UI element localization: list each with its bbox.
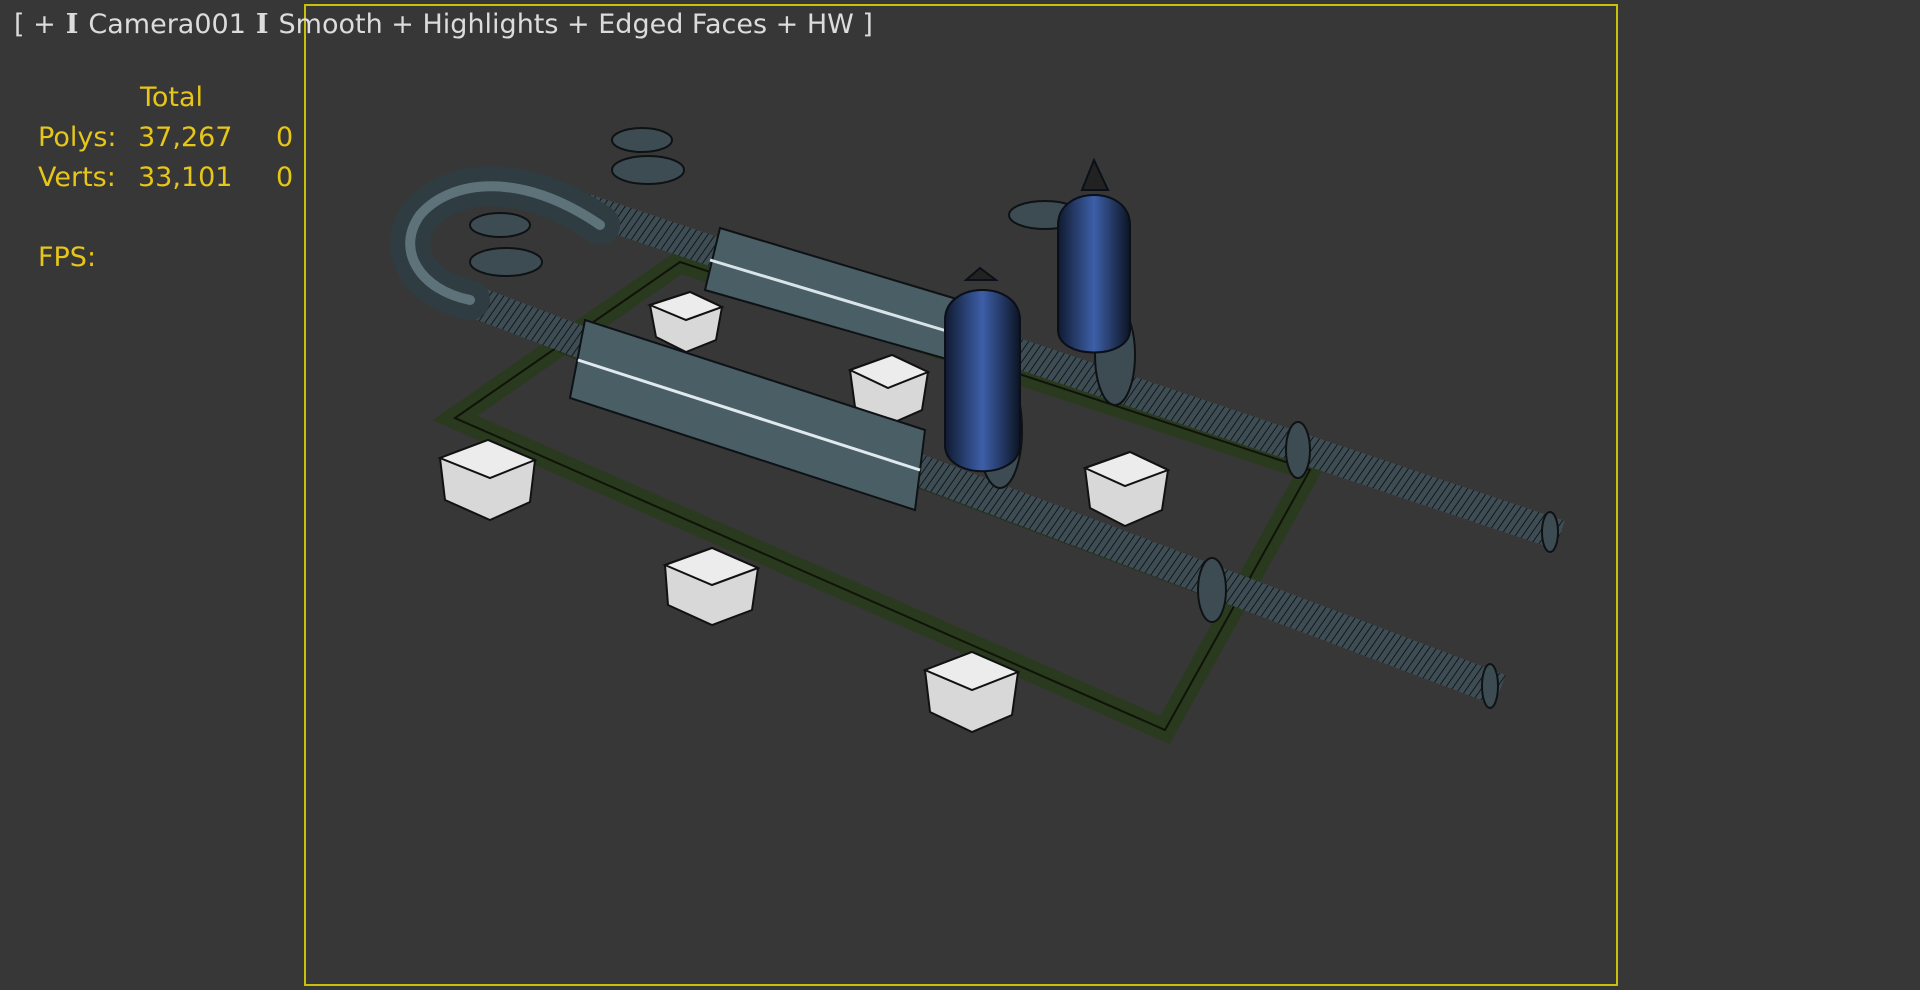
- verts-selected-value: 0: [276, 162, 294, 193]
- polys-selected-value: 0: [276, 122, 294, 153]
- camera-viewport[interactable]: [ + I Camera001 I Smooth + Highlights + …: [0, 0, 1920, 990]
- verts-label: Verts:: [38, 162, 116, 193]
- camera-name-label[interactable]: Camera001: [88, 9, 246, 40]
- viewport-label: [ + I Camera001 I Smooth + Highlights + …: [14, 6, 883, 42]
- pipe-bend: [390, 166, 620, 320]
- fps-label: FPS:: [38, 242, 97, 273]
- separator-icon: I: [255, 8, 269, 40]
- viewport-menu-button[interactable]: [ +: [14, 9, 56, 40]
- shading-mode-label[interactable]: Smooth + Highlights + Edged Faces + HW ]: [279, 9, 873, 40]
- stats-total-header: Total: [140, 82, 204, 113]
- polys-label: Polys:: [38, 122, 117, 153]
- separator-icon: I: [65, 8, 79, 40]
- polys-total-value: 37,267: [138, 122, 233, 153]
- verts-total-value: 33,101: [138, 162, 233, 193]
